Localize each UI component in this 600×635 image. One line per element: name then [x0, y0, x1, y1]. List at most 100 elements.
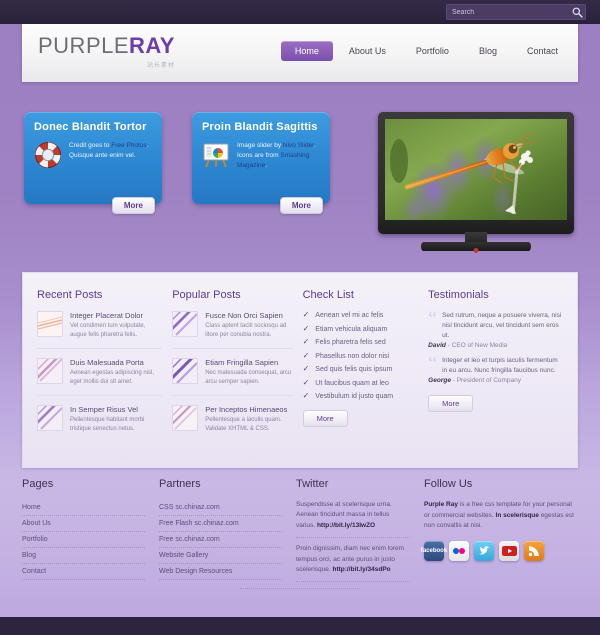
post-description: Pellentesque habitant morbi tristique se… [70, 417, 145, 432]
footer-partner-link-1[interactable]: CSS sc.chinaz.com [159, 500, 282, 516]
list-item: ✓ Sed quis felis quis ipsum [303, 365, 419, 374]
quote-mark-icon: “ [428, 308, 438, 330]
footer-link-about-us[interactable]: About Us [22, 516, 145, 532]
tweet-url[interactable]: http://bit.ly/34sdPo [333, 566, 391, 573]
post-description: Class aptent taciti sociosqu ad litore p… [205, 323, 287, 338]
check-list-text: Aenean vel mi ac felis [315, 312, 384, 319]
footer-pages-heading: Pages [22, 478, 54, 490]
site-logo[interactable]: PURPLERAY 站长素材 [38, 35, 175, 70]
check-icon: ✓ [302, 391, 310, 400]
promo-2-more-button[interactable]: More [279, 197, 323, 214]
promo-2-text-before: Image slider by [237, 141, 283, 149]
post-description: Pellentesque a iaculis quam. Validate XH… [205, 417, 282, 432]
testimonial-item: “ Integer et leo et turpis iaculis ferme… [428, 354, 563, 385]
nav-item-blog[interactable]: Blog [465, 41, 511, 61]
testimonial-role: - CEO of New Media [445, 342, 508, 350]
twitter-icon[interactable] [474, 541, 494, 562]
testimonial-quote: Integer et leo et turpis iaculis ferment… [442, 357, 558, 375]
nav-item-portfolio[interactable]: Portfolio [402, 41, 463, 61]
promo-2-title: Proin Blandit Sagittis [202, 121, 318, 133]
post-thumbnail-icon [168, 307, 199, 337]
promo-2-text-end: . [265, 161, 267, 169]
footer-partner-link-4[interactable]: Website Gallery [159, 548, 282, 564]
list-item[interactable]: In Semper Risus Vel Pellentesque habitan… [33, 401, 162, 442]
check-list-text: Vestibulum id justo quam [315, 393, 394, 400]
dragonfly-on-lavender-photo [385, 119, 567, 220]
post-title: Per Inceptos Himenaeos [205, 405, 288, 414]
list-item: ✓ Phasellus non dolor nisi [302, 350, 419, 360]
footer-link-blog[interactable]: Blog [22, 548, 145, 564]
footer-link-portfolio[interactable]: Portfolio [22, 532, 145, 548]
main-navigation: Home About Us Portfolio Blog Contact [280, 41, 572, 61]
flickr-icon[interactable] [449, 541, 469, 562]
promo-1-link-photos[interactable]: Photos [126, 142, 146, 149]
footer-about-text: Purple Ray is a free css template for yo… [424, 500, 574, 532]
check-list-more-button[interactable]: More [302, 409, 348, 427]
testimonial-quote: Sed rutrum, neque a posuere viverra, nis… [442, 312, 562, 340]
footer-follow-column: Follow Us Purple Ray is a free css templ… [421, 478, 574, 588]
tweet-item: Suspendisse at scelerisque urna. Aenean … [296, 500, 410, 539]
social-links: facebook [421, 541, 574, 562]
search-input[interactable] [447, 8, 569, 16]
rss-icon[interactable] [524, 541, 544, 562]
promo-1-text-before: Credit goes to [69, 141, 112, 149]
tweet-url[interactable]: http://bit.ly/13IwZO [317, 522, 375, 529]
list-item[interactable]: Integer Placerat Dolor Vel condimen tum … [37, 311, 163, 349]
promo-1-title: Donec Blandit Tortor [34, 121, 147, 133]
tv-screen[interactable] [385, 119, 567, 220]
list-item: ✓ Vestibulum id justo quam [302, 391, 419, 401]
site-footer: Pages Home About Us Portfolio Blog Conta… [22, 478, 578, 588]
post-thumbnail-icon [168, 401, 199, 431]
post-description: Nec malesuada consequat, arcu arcu sempe… [205, 370, 292, 385]
post-thumbnail-icon [33, 401, 63, 431]
list-item[interactable]: Duis Malesuada Porta Aenean egestas adip… [33, 354, 163, 396]
list-item[interactable]: Per Inceptos Himenaeos Pellentesque a ia… [168, 401, 292, 442]
testimonials-more-button[interactable]: More [428, 395, 474, 413]
footer-partner-link-5[interactable]: Web Design Resources [159, 564, 282, 580]
post-title: Integer Placerat Dolor [70, 311, 143, 320]
check-list-text: Sed quis felis quis ipsum [315, 366, 393, 373]
search-icon[interactable] [569, 7, 585, 18]
promo-1-more-button[interactable]: More [111, 197, 155, 214]
post-title: Etiam Fringilla Sapien [205, 358, 279, 367]
post-title: In Semper Risus Vel [70, 405, 138, 414]
post-description: Aenean egestas adipiscing nisl, eget mol… [70, 370, 155, 385]
check-list-text: Phasellus non dolor nisi [315, 352, 390, 360]
list-item[interactable]: Etiam Fringilla Sapien Nec malesuada con… [168, 354, 293, 396]
recent-posts-heading: Recent Posts [37, 289, 103, 301]
nav-item-contact[interactable]: Contact [513, 41, 572, 61]
promo-2-link-slider[interactable]: Slider [298, 142, 314, 149]
site-header: PURPLERAY 站长素材 Home About Us Portfolio B… [22, 24, 578, 82]
list-item[interactable]: Fusce Non Orci Sapien Class aptent tacit… [168, 307, 293, 349]
footer-link-home[interactable]: Home [22, 500, 145, 516]
post-thumbnail-icon [168, 354, 199, 384]
footer-partner-link-2[interactable]: Free Flash sc.chinaz.com [159, 516, 282, 532]
promo-row: Donec Blandit Tortor Credit goes to Free… [0, 112, 600, 257]
footer-twitter-column: Twitter Suspendisse at scelerisque urna.… [296, 478, 424, 588]
tv-frame [378, 112, 574, 234]
promo-2-link-nivo[interactable]: Nivo [283, 142, 296, 149]
youtube-icon[interactable] [499, 541, 519, 562]
post-thumbnail-icon [33, 354, 63, 384]
tweet-item: Proin dignissim, diam nec enim lorem tem… [296, 544, 410, 583]
life-ring-icon [34, 141, 62, 169]
promo-2-text: Image slider by Nivo Slider. Icons are f… [237, 141, 320, 171]
search-box[interactable] [446, 4, 586, 20]
popular-posts-heading: Popular Posts [172, 289, 241, 301]
footer-twitter-heading: Twitter [296, 478, 329, 490]
facebook-icon[interactable]: facebook [421, 541, 447, 562]
top-bar [0, 0, 600, 24]
testimonial-role: - President of Company [450, 377, 522, 385]
logo-text: PURPLERAY [38, 35, 175, 57]
nav-item-home[interactable]: Home [280, 41, 333, 61]
footer-link-contact[interactable]: Contact [22, 564, 145, 580]
footer-partner-link-3[interactable]: Free sc.chinaz.com [159, 532, 282, 548]
promo-box-1: Donec Blandit Tortor Credit goes to Free… [24, 112, 162, 214]
recent-posts-column: Recent Posts Integer Placerat Dolor Vel … [33, 289, 172, 457]
post-title: Fusce Non Orci Sapien [205, 311, 283, 320]
tv-power-led [473, 248, 479, 253]
check-icon: ✓ [302, 350, 310, 360]
testimonial-author: George [428, 377, 451, 385]
promo-1-link-free[interactable]: Free [111, 142, 124, 149]
nav-item-about-us[interactable]: About Us [335, 41, 400, 61]
